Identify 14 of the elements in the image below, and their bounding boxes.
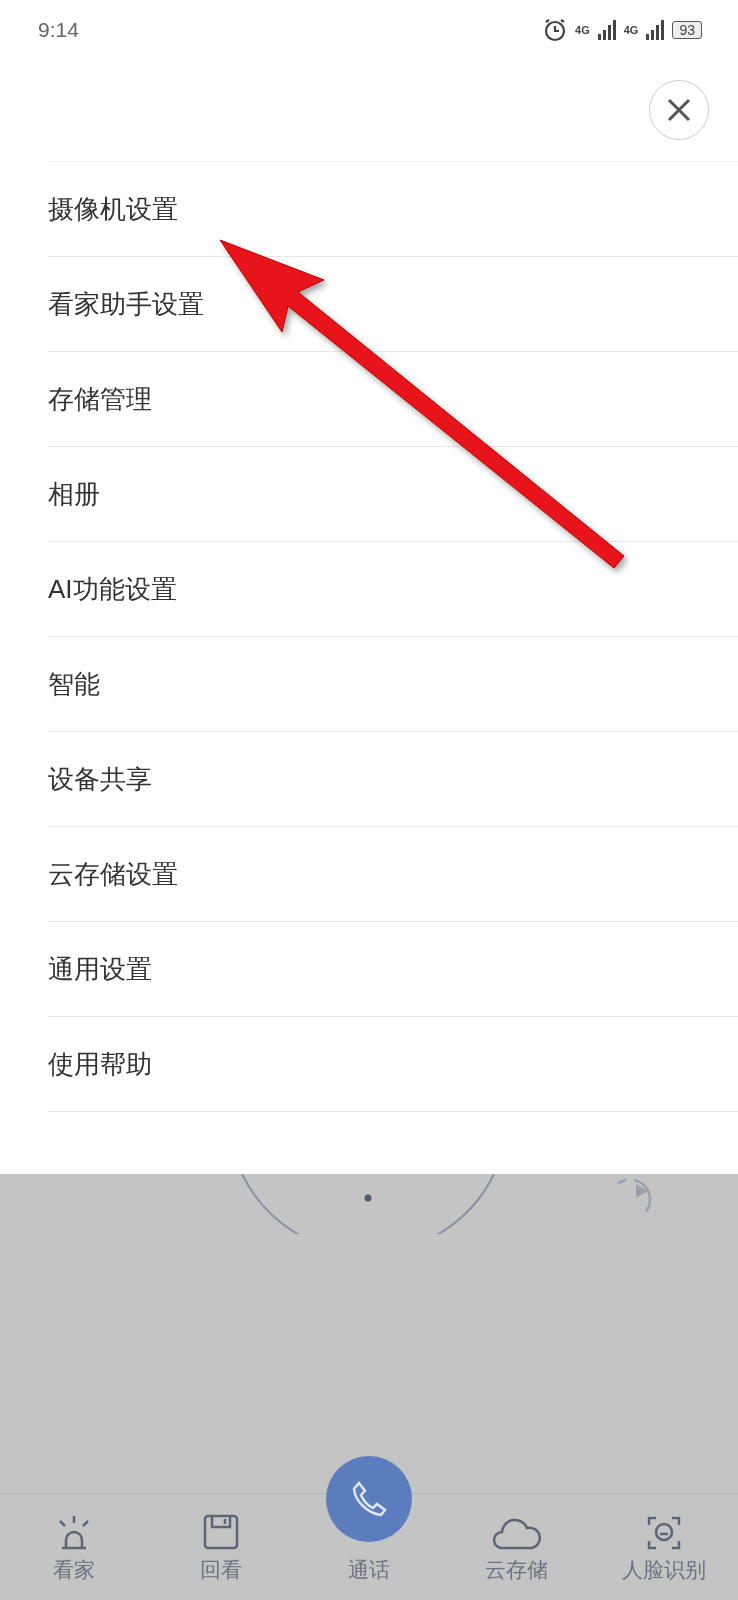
- signal-icon: [597, 20, 616, 40]
- face-scan-icon: [647, 1516, 682, 1550]
- battery-indicator: 93: [672, 21, 702, 39]
- network-label: 4G: [575, 24, 590, 36]
- signal-icon: [646, 20, 665, 40]
- menu-item[interactable]: 智能: [48, 637, 738, 732]
- close-icon: [667, 98, 691, 122]
- menu-item[interactable]: 使用帮助: [48, 1017, 738, 1112]
- status-time: 9:14: [38, 18, 79, 42]
- menu-item[interactable]: 设备共享: [48, 732, 738, 827]
- menu-item[interactable]: 通用设置: [48, 922, 738, 1017]
- network-label: 4G: [623, 24, 639, 36]
- menu-item[interactable]: 云存储设置: [48, 827, 738, 922]
- alarm-clock-icon: [543, 18, 568, 42]
